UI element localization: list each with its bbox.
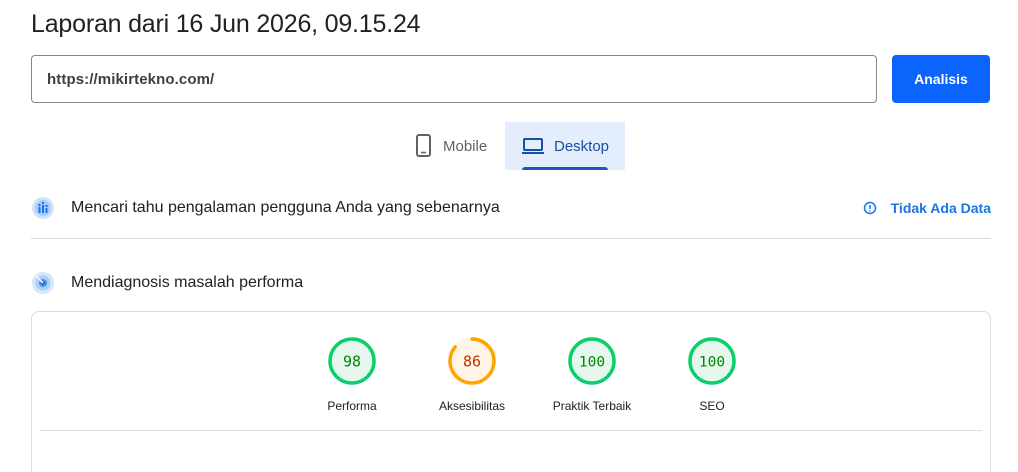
url-input[interactable]: https://mikirtekno.com/ [31,55,877,103]
tab-desktop[interactable]: Desktop [505,122,625,170]
phone-icon [415,134,433,158]
score-label: SEO [699,399,725,413]
score-value: 100 [579,355,605,371]
section-divider [31,238,991,239]
score-ring: 86 [448,337,496,385]
score-gauge-praktik-terbaik[interactable]: 100 Praktik Terbaik [532,336,652,413]
score-gauges: 98 Performa 86 Aksesibilitas 100 Praktik Terb… [292,336,772,413]
score-ring: 100 [568,337,616,385]
score-value: 86 [463,353,481,371]
device-tabs: Mobile Desktop [400,122,625,170]
no-data-link[interactable]: Tidak Ada Data [863,200,991,216]
url-input-value[interactable]: https://mikirtekno.com/ [47,71,214,88]
info-icon [863,201,877,215]
users-icon [31,196,55,220]
lab-data-section: Mendiagnosis masalah performa [31,269,991,297]
gauge-target-icon [31,271,55,295]
card-divider [40,430,982,431]
score-label: Aksesibilitas [438,399,506,413]
score-gauge-seo[interactable]: 100 SEO [652,336,772,413]
score-gauge-aksesibilitas[interactable]: 86 Aksesibilitas [412,336,532,413]
score-value: 100 [699,355,725,371]
score-label: Praktik Terbaik [552,399,632,413]
score-value: 98 [343,353,361,371]
field-data-section: Mencari tahu pengalaman pengguna Anda ya… [31,194,991,222]
page-title: Laporan dari 16 Jun 2026, 09.15.24 [31,10,421,38]
no-data-label: Tidak Ada Data [890,200,991,216]
score-ring: 98 [328,337,376,385]
tab-mobile-label: Mobile [443,137,488,155]
tab-mobile[interactable]: Mobile [400,122,505,170]
score-gauge-performa[interactable]: 98 Performa [292,336,412,413]
tab-desktop-label: Desktop [554,137,610,155]
score-label: Performa [327,399,377,413]
analyze-button[interactable]: Analisis [892,55,990,103]
score-ring: 100 [688,337,736,385]
scores-card: 98 Performa 86 Aksesibilitas 100 Praktik Terb… [31,311,991,472]
laptop-icon [522,137,544,155]
field-data-heading: Mencari tahu pengalaman pengguna Anda ya… [71,199,500,216]
lab-data-heading: Mendiagnosis masalah performa [71,274,304,291]
